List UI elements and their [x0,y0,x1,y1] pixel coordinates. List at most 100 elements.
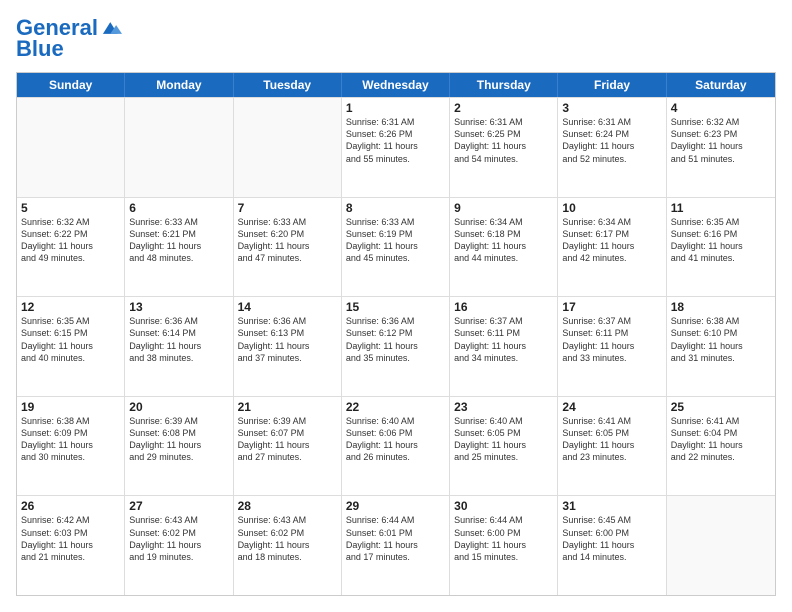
calendar-row: 1Sunrise: 6:31 AM Sunset: 6:26 PM Daylig… [17,97,775,197]
calendar-cell: 2Sunrise: 6:31 AM Sunset: 6:25 PM Daylig… [450,98,558,197]
day-number: 22 [346,400,445,414]
calendar-body: 1Sunrise: 6:31 AM Sunset: 6:26 PM Daylig… [17,97,775,595]
cell-text: Sunrise: 6:34 AM Sunset: 6:17 PM Dayligh… [562,216,661,265]
calendar-header: SundayMondayTuesdayWednesdayThursdayFrid… [17,73,775,97]
day-number: 2 [454,101,553,115]
day-number: 19 [21,400,120,414]
calendar-cell: 29Sunrise: 6:44 AM Sunset: 6:01 PM Dayli… [342,496,450,595]
calendar-cell: 30Sunrise: 6:44 AM Sunset: 6:00 PM Dayli… [450,496,558,595]
day-number: 15 [346,300,445,314]
calendar-cell: 26Sunrise: 6:42 AM Sunset: 6:03 PM Dayli… [17,496,125,595]
calendar-cell: 16Sunrise: 6:37 AM Sunset: 6:11 PM Dayli… [450,297,558,396]
calendar-cell: 15Sunrise: 6:36 AM Sunset: 6:12 PM Dayli… [342,297,450,396]
cell-text: Sunrise: 6:43 AM Sunset: 6:02 PM Dayligh… [238,514,337,563]
cell-text: Sunrise: 6:41 AM Sunset: 6:05 PM Dayligh… [562,415,661,464]
cell-text: Sunrise: 6:33 AM Sunset: 6:20 PM Dayligh… [238,216,337,265]
cell-text: Sunrise: 6:35 AM Sunset: 6:15 PM Dayligh… [21,315,120,364]
cell-text: Sunrise: 6:41 AM Sunset: 6:04 PM Dayligh… [671,415,771,464]
weekday-header: Sunday [17,73,125,97]
calendar-cell: 8Sunrise: 6:33 AM Sunset: 6:19 PM Daylig… [342,198,450,297]
calendar-cell: 20Sunrise: 6:39 AM Sunset: 6:08 PM Dayli… [125,397,233,496]
day-number: 13 [129,300,228,314]
calendar-cell: 6Sunrise: 6:33 AM Sunset: 6:21 PM Daylig… [125,198,233,297]
logo-icon [100,17,122,39]
cell-text: Sunrise: 6:39 AM Sunset: 6:07 PM Dayligh… [238,415,337,464]
cell-text: Sunrise: 6:31 AM Sunset: 6:24 PM Dayligh… [562,116,661,165]
calendar-cell: 18Sunrise: 6:38 AM Sunset: 6:10 PM Dayli… [667,297,775,396]
calendar-cell: 7Sunrise: 6:33 AM Sunset: 6:20 PM Daylig… [234,198,342,297]
day-number: 1 [346,101,445,115]
cell-text: Sunrise: 6:31 AM Sunset: 6:26 PM Dayligh… [346,116,445,165]
cell-text: Sunrise: 6:40 AM Sunset: 6:05 PM Dayligh… [454,415,553,464]
cell-text: Sunrise: 6:37 AM Sunset: 6:11 PM Dayligh… [562,315,661,364]
calendar-cell: 17Sunrise: 6:37 AM Sunset: 6:11 PM Dayli… [558,297,666,396]
cell-text: Sunrise: 6:32 AM Sunset: 6:23 PM Dayligh… [671,116,771,165]
cell-text: Sunrise: 6:36 AM Sunset: 6:12 PM Dayligh… [346,315,445,364]
page: General Blue SundayMondayTuesdayWednesda… [0,0,792,612]
day-number: 6 [129,201,228,215]
calendar-cell: 1Sunrise: 6:31 AM Sunset: 6:26 PM Daylig… [342,98,450,197]
cell-text: Sunrise: 6:38 AM Sunset: 6:09 PM Dayligh… [21,415,120,464]
cell-text: Sunrise: 6:33 AM Sunset: 6:19 PM Dayligh… [346,216,445,265]
calendar-row: 12Sunrise: 6:35 AM Sunset: 6:15 PM Dayli… [17,296,775,396]
calendar-cell: 10Sunrise: 6:34 AM Sunset: 6:17 PM Dayli… [558,198,666,297]
day-number: 18 [671,300,771,314]
calendar-cell: 3Sunrise: 6:31 AM Sunset: 6:24 PM Daylig… [558,98,666,197]
calendar-cell: 13Sunrise: 6:36 AM Sunset: 6:14 PM Dayli… [125,297,233,396]
header: General Blue [16,16,776,62]
calendar-cell: 24Sunrise: 6:41 AM Sunset: 6:05 PM Dayli… [558,397,666,496]
calendar-row: 26Sunrise: 6:42 AM Sunset: 6:03 PM Dayli… [17,495,775,595]
calendar-cell: 5Sunrise: 6:32 AM Sunset: 6:22 PM Daylig… [17,198,125,297]
calendar-cell [125,98,233,197]
day-number: 4 [671,101,771,115]
day-number: 3 [562,101,661,115]
cell-text: Sunrise: 6:37 AM Sunset: 6:11 PM Dayligh… [454,315,553,364]
day-number: 21 [238,400,337,414]
weekday-header: Friday [558,73,666,97]
calendar-cell [667,496,775,595]
day-number: 9 [454,201,553,215]
weekday-header: Thursday [450,73,558,97]
calendar-cell: 4Sunrise: 6:32 AM Sunset: 6:23 PM Daylig… [667,98,775,197]
day-number: 14 [238,300,337,314]
cell-text: Sunrise: 6:31 AM Sunset: 6:25 PM Dayligh… [454,116,553,165]
day-number: 8 [346,201,445,215]
cell-text: Sunrise: 6:42 AM Sunset: 6:03 PM Dayligh… [21,514,120,563]
day-number: 10 [562,201,661,215]
calendar-cell: 31Sunrise: 6:45 AM Sunset: 6:00 PM Dayli… [558,496,666,595]
calendar-cell: 22Sunrise: 6:40 AM Sunset: 6:06 PM Dayli… [342,397,450,496]
calendar-cell: 25Sunrise: 6:41 AM Sunset: 6:04 PM Dayli… [667,397,775,496]
weekday-header: Monday [125,73,233,97]
day-number: 25 [671,400,771,414]
day-number: 7 [238,201,337,215]
calendar-cell: 28Sunrise: 6:43 AM Sunset: 6:02 PM Dayli… [234,496,342,595]
cell-text: Sunrise: 6:36 AM Sunset: 6:14 PM Dayligh… [129,315,228,364]
calendar-row: 19Sunrise: 6:38 AM Sunset: 6:09 PM Dayli… [17,396,775,496]
cell-text: Sunrise: 6:34 AM Sunset: 6:18 PM Dayligh… [454,216,553,265]
cell-text: Sunrise: 6:44 AM Sunset: 6:01 PM Dayligh… [346,514,445,563]
day-number: 23 [454,400,553,414]
calendar-cell: 9Sunrise: 6:34 AM Sunset: 6:18 PM Daylig… [450,198,558,297]
day-number: 5 [21,201,120,215]
weekday-header: Saturday [667,73,775,97]
day-number: 26 [21,499,120,513]
calendar-cell: 21Sunrise: 6:39 AM Sunset: 6:07 PM Dayli… [234,397,342,496]
cell-text: Sunrise: 6:36 AM Sunset: 6:13 PM Dayligh… [238,315,337,364]
day-number: 27 [129,499,228,513]
day-number: 28 [238,499,337,513]
weekday-header: Wednesday [342,73,450,97]
day-number: 17 [562,300,661,314]
calendar-cell [17,98,125,197]
day-number: 30 [454,499,553,513]
cell-text: Sunrise: 6:35 AM Sunset: 6:16 PM Dayligh… [671,216,771,265]
day-number: 29 [346,499,445,513]
day-number: 24 [562,400,661,414]
cell-text: Sunrise: 6:44 AM Sunset: 6:00 PM Dayligh… [454,514,553,563]
calendar-row: 5Sunrise: 6:32 AM Sunset: 6:22 PM Daylig… [17,197,775,297]
logo: General Blue [16,16,122,62]
day-number: 31 [562,499,661,513]
cell-text: Sunrise: 6:40 AM Sunset: 6:06 PM Dayligh… [346,415,445,464]
calendar-cell: 27Sunrise: 6:43 AM Sunset: 6:02 PM Dayli… [125,496,233,595]
calendar-cell: 19Sunrise: 6:38 AM Sunset: 6:09 PM Dayli… [17,397,125,496]
day-number: 12 [21,300,120,314]
